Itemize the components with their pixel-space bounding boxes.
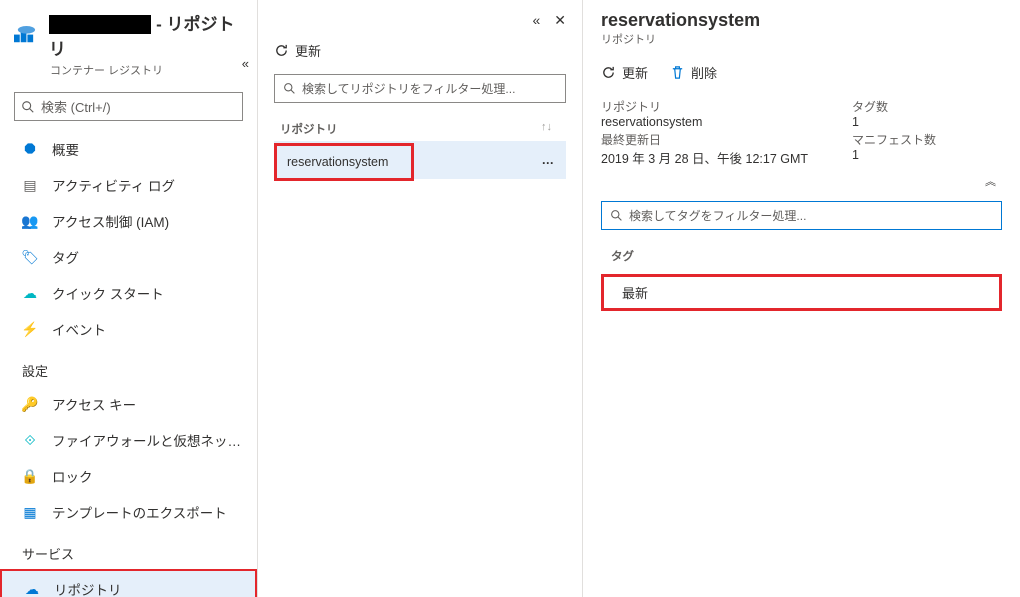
detail-subtitle: リポジトリ [583, 31, 1020, 53]
repo-icon: ☁ [24, 581, 40, 597]
tag-icon: 🏷 [22, 249, 38, 265]
repository-detail-panel: reservationsystem リポジトリ 更新 削除 リポジトリ rese… [583, 0, 1020, 597]
registry-logo-icon [14, 25, 41, 45]
bolt-icon: ⚡ [22, 321, 38, 337]
detail-title: reservationsystem [583, 0, 1020, 31]
nav-item-events[interactable]: ⚡イベント [0, 311, 257, 347]
repo-row-highlight: reservationsystem [274, 143, 414, 181]
meta-repo-value: reservationsystem [601, 115, 852, 129]
meta-updated-label: 最終更新日 [601, 131, 852, 148]
detail-delete-button[interactable]: 削除 [670, 63, 717, 82]
nav-group-services: サービス [0, 530, 257, 569]
collapse-nav-icon[interactable]: « [242, 56, 249, 71]
rocket-icon: ☁ [22, 285, 38, 301]
nav-group-settings: 設定 [0, 347, 257, 386]
key-icon: 🔑 [22, 396, 38, 412]
nav-item-tags[interactable]: 🏷タグ [0, 239, 257, 275]
meta-updated-value: 2019 年 3 月 28 日、午後 12:17 GMT [601, 148, 852, 167]
people-icon: 👥 [22, 213, 38, 229]
list-item[interactable]: 最新 [604, 277, 999, 308]
meta-repo-label: リポジトリ [601, 98, 852, 115]
sort-icon[interactable]: ↑↓ [541, 121, 552, 137]
page-title: xxxxxxxxxx - リポジトリ [49, 10, 243, 60]
collapse-panel-icon[interactable]: « [532, 12, 540, 29]
log-icon: ▤ [22, 177, 38, 193]
nav-search-input[interactable]: 検索 (Ctrl+/) [14, 92, 243, 121]
nav-item-iam[interactable]: 👥アクセス制御 (IAM) [0, 203, 257, 239]
repositories-panel: « ✕ 更新 検索してリポジトリをフィルター処理... リポジトリ ↑↓ res… [258, 0, 583, 597]
nav-item-overview[interactable]: ⯃概要 [0, 131, 257, 167]
nav-item-repositories[interactable]: ☁リポジトリ [0, 569, 257, 597]
tag-column-header[interactable]: タグ [583, 234, 1020, 270]
list-item[interactable]: reservationsystem [277, 146, 411, 178]
collapse-meta-icon[interactable]: ︽ [985, 176, 996, 188]
nav-item-firewall[interactable]: ⟐ファイアウォールと仮想ネット ... [0, 422, 257, 458]
nav-item-locks[interactable]: 🔒ロック [0, 458, 257, 494]
refresh-button[interactable]: 更新 [274, 41, 321, 60]
meta-manifest-label: マニフェスト数 [852, 131, 1002, 148]
page-subtitle: コンテナー レジストリ [0, 62, 257, 86]
row-more-icon[interactable]: … [542, 153, 557, 167]
metadata-grid: リポジトリ reservationsystem タグ数 1 最終更新日 2019… [583, 88, 1020, 171]
nav-item-export-template[interactable]: ▦テンプレートのエクスポート [0, 494, 257, 530]
firewall-icon: ⟐ [22, 432, 38, 448]
repo-column-header[interactable]: リポジトリ ↑↓ [258, 109, 582, 143]
meta-tagcount-label: タグ数 [852, 98, 1002, 115]
tag-filter-input[interactable]: 検索してタグをフィルター処理... [601, 201, 1002, 230]
nav-item-activity-log[interactable]: ▤アクティビティ ログ [0, 167, 257, 203]
tag-row-highlight: 最新 [601, 274, 1002, 311]
lock-icon: 🔒 [22, 468, 38, 484]
close-panel-icon[interactable]: ✕ [554, 12, 566, 29]
template-icon: ▦ [22, 504, 38, 520]
left-nav: xxxxxxxxxx - リポジトリ コンテナー レジストリ « 検索 (Ctr… [0, 0, 258, 597]
repo-filter-input[interactable]: 検索してリポジトリをフィルター処理... [274, 74, 566, 103]
detail-refresh-button[interactable]: 更新 [601, 63, 648, 82]
nav-item-quickstart[interactable]: ☁クイック スタート [0, 275, 257, 311]
meta-manifest-value: 1 [852, 148, 1002, 162]
nav-item-access-keys[interactable]: 🔑アクセス キー [0, 386, 257, 422]
polygon-icon: ⯃ [22, 141, 38, 157]
meta-tagcount-value: 1 [852, 115, 1002, 129]
nav-main-group: ⯃概要 ▤アクティビティ ログ 👥アクセス制御 (IAM) 🏷タグ ☁クイック … [0, 131, 257, 347]
